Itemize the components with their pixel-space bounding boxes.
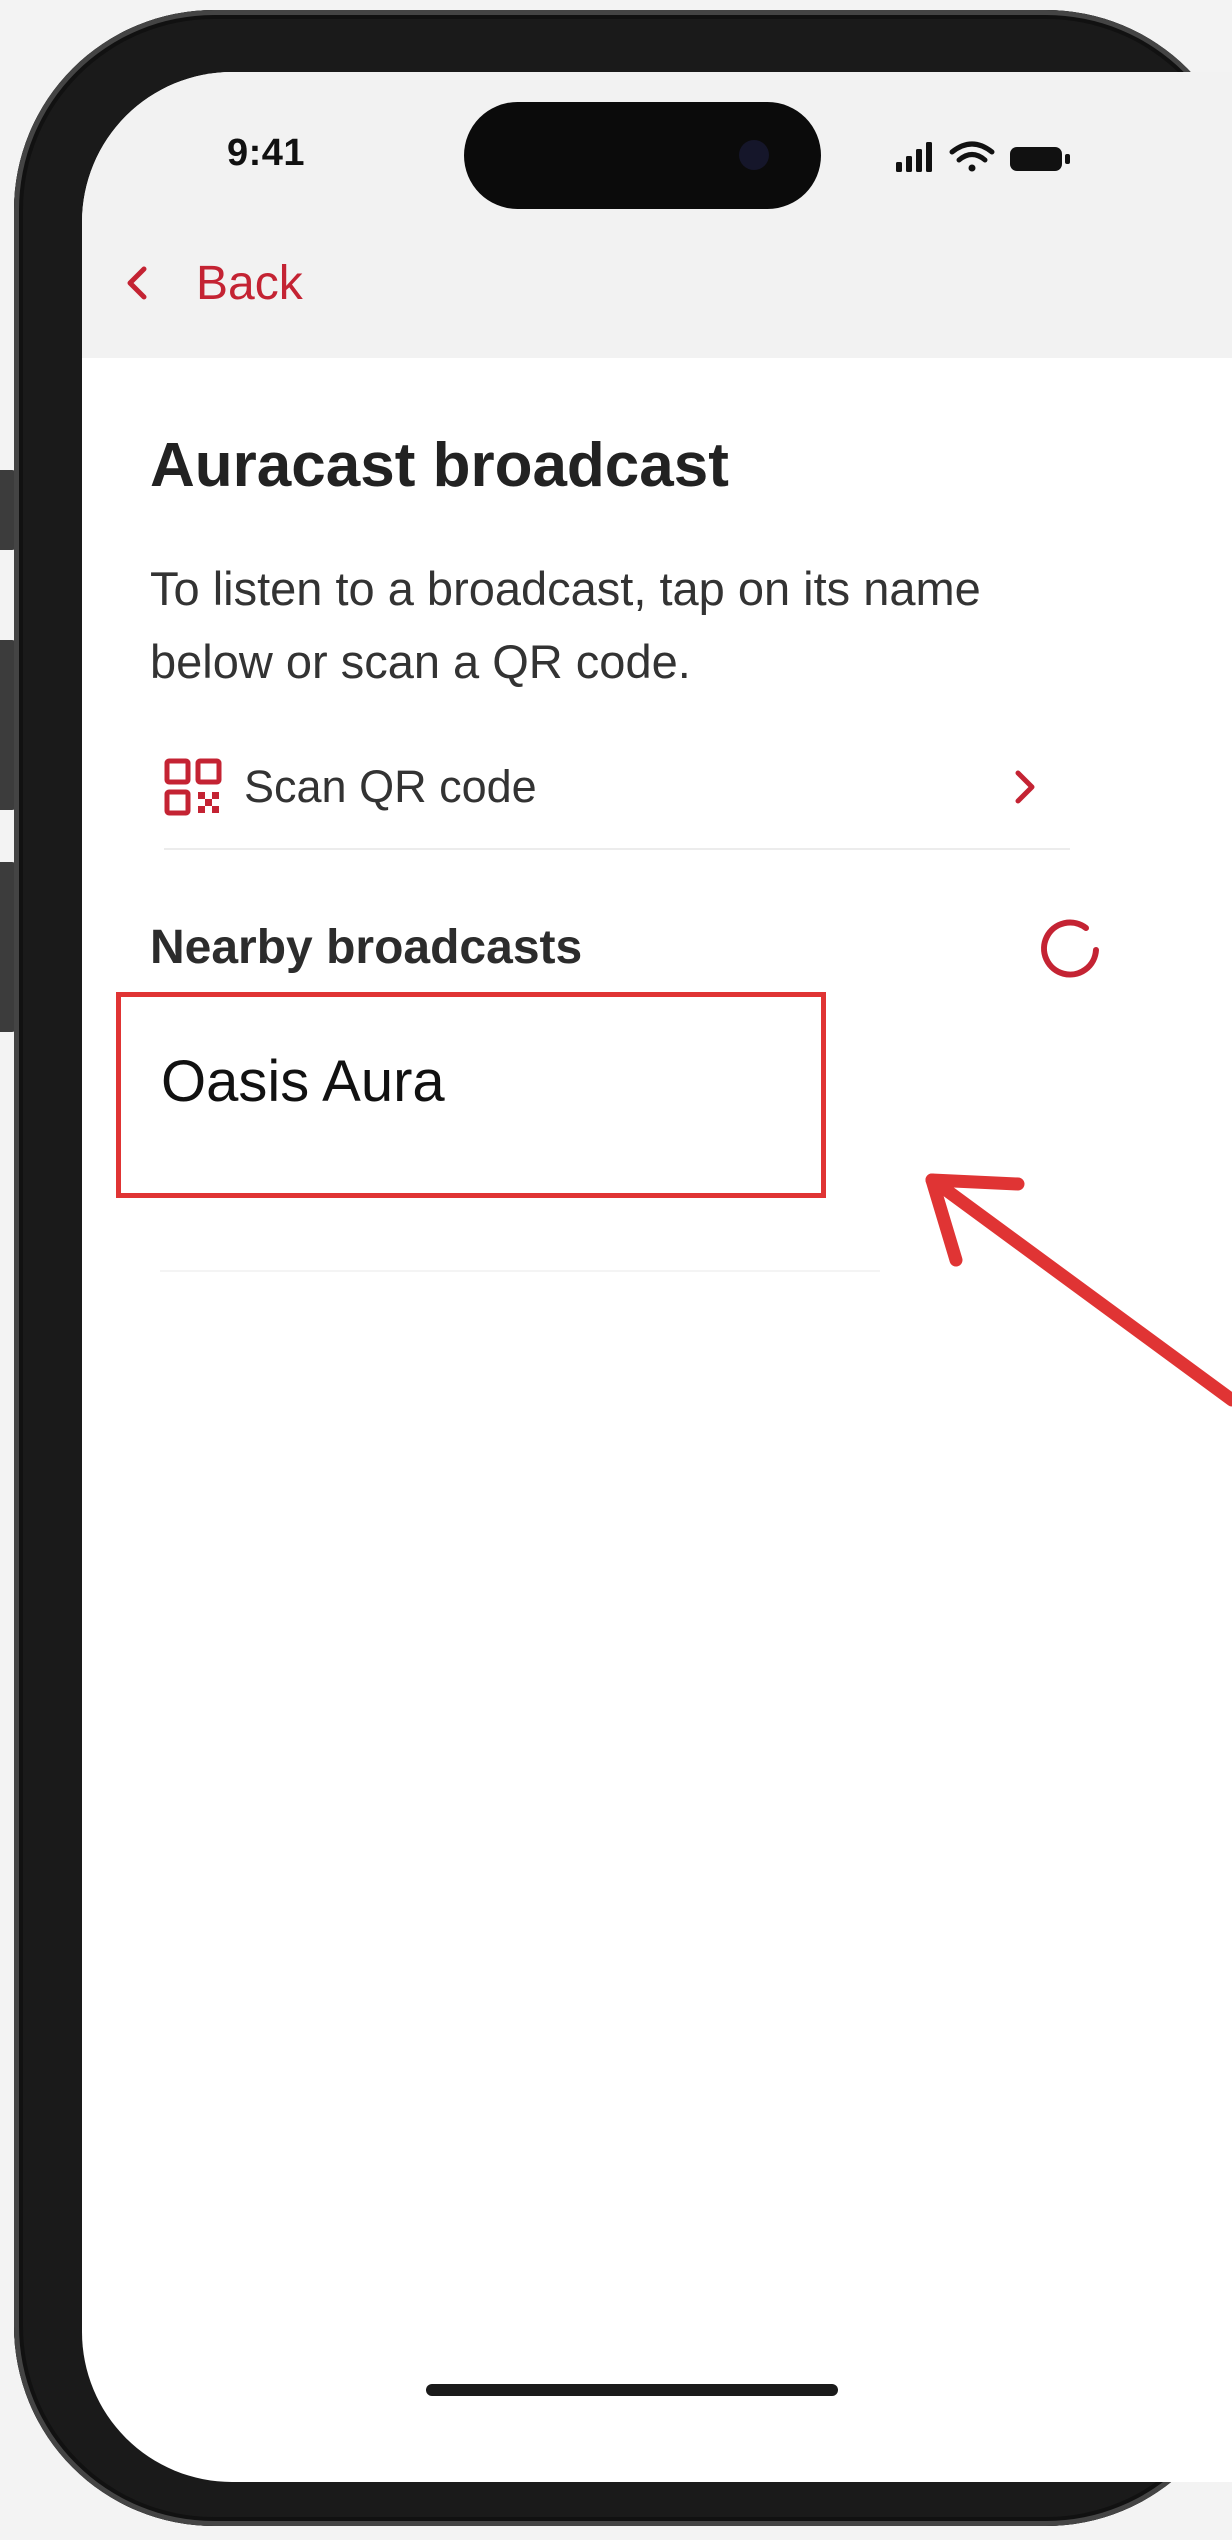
highlight-box bbox=[116, 992, 826, 1198]
signal-bars-icon bbox=[896, 142, 932, 172]
wifi-icon bbox=[949, 141, 995, 172]
back-label: Back bbox=[196, 256, 303, 310]
battery-icon bbox=[1010, 147, 1070, 171]
instruction-text: To listen to a broadcast, tap on its nam… bbox=[150, 562, 981, 688]
scan-qr-code-label: Scan QR code bbox=[244, 761, 537, 812]
chevron-right-icon bbox=[1015, 770, 1035, 804]
dynamic-island bbox=[464, 102, 821, 209]
list-divider bbox=[160, 1270, 880, 1272]
qr-code-icon bbox=[164, 758, 222, 816]
status-icons bbox=[888, 138, 1088, 178]
front-camera bbox=[739, 140, 769, 170]
status-and-nav-area: 9:41 Back bbox=[82, 72, 1232, 358]
home-indicator bbox=[426, 2384, 838, 2396]
scan-qr-code-row[interactable]: Scan QR code bbox=[164, 732, 1070, 850]
chevron-left-icon bbox=[127, 266, 147, 300]
loading-spinner-icon bbox=[1041, 919, 1099, 978]
page-title: Auracast broadcast bbox=[150, 431, 729, 500]
nearby-broadcasts-heading: Nearby broadcasts bbox=[150, 921, 583, 974]
back-button[interactable]: Back bbox=[122, 248, 303, 318]
status-time: 9:41 bbox=[227, 132, 306, 174]
pointer-arrow-icon bbox=[925, 1173, 1232, 1407]
